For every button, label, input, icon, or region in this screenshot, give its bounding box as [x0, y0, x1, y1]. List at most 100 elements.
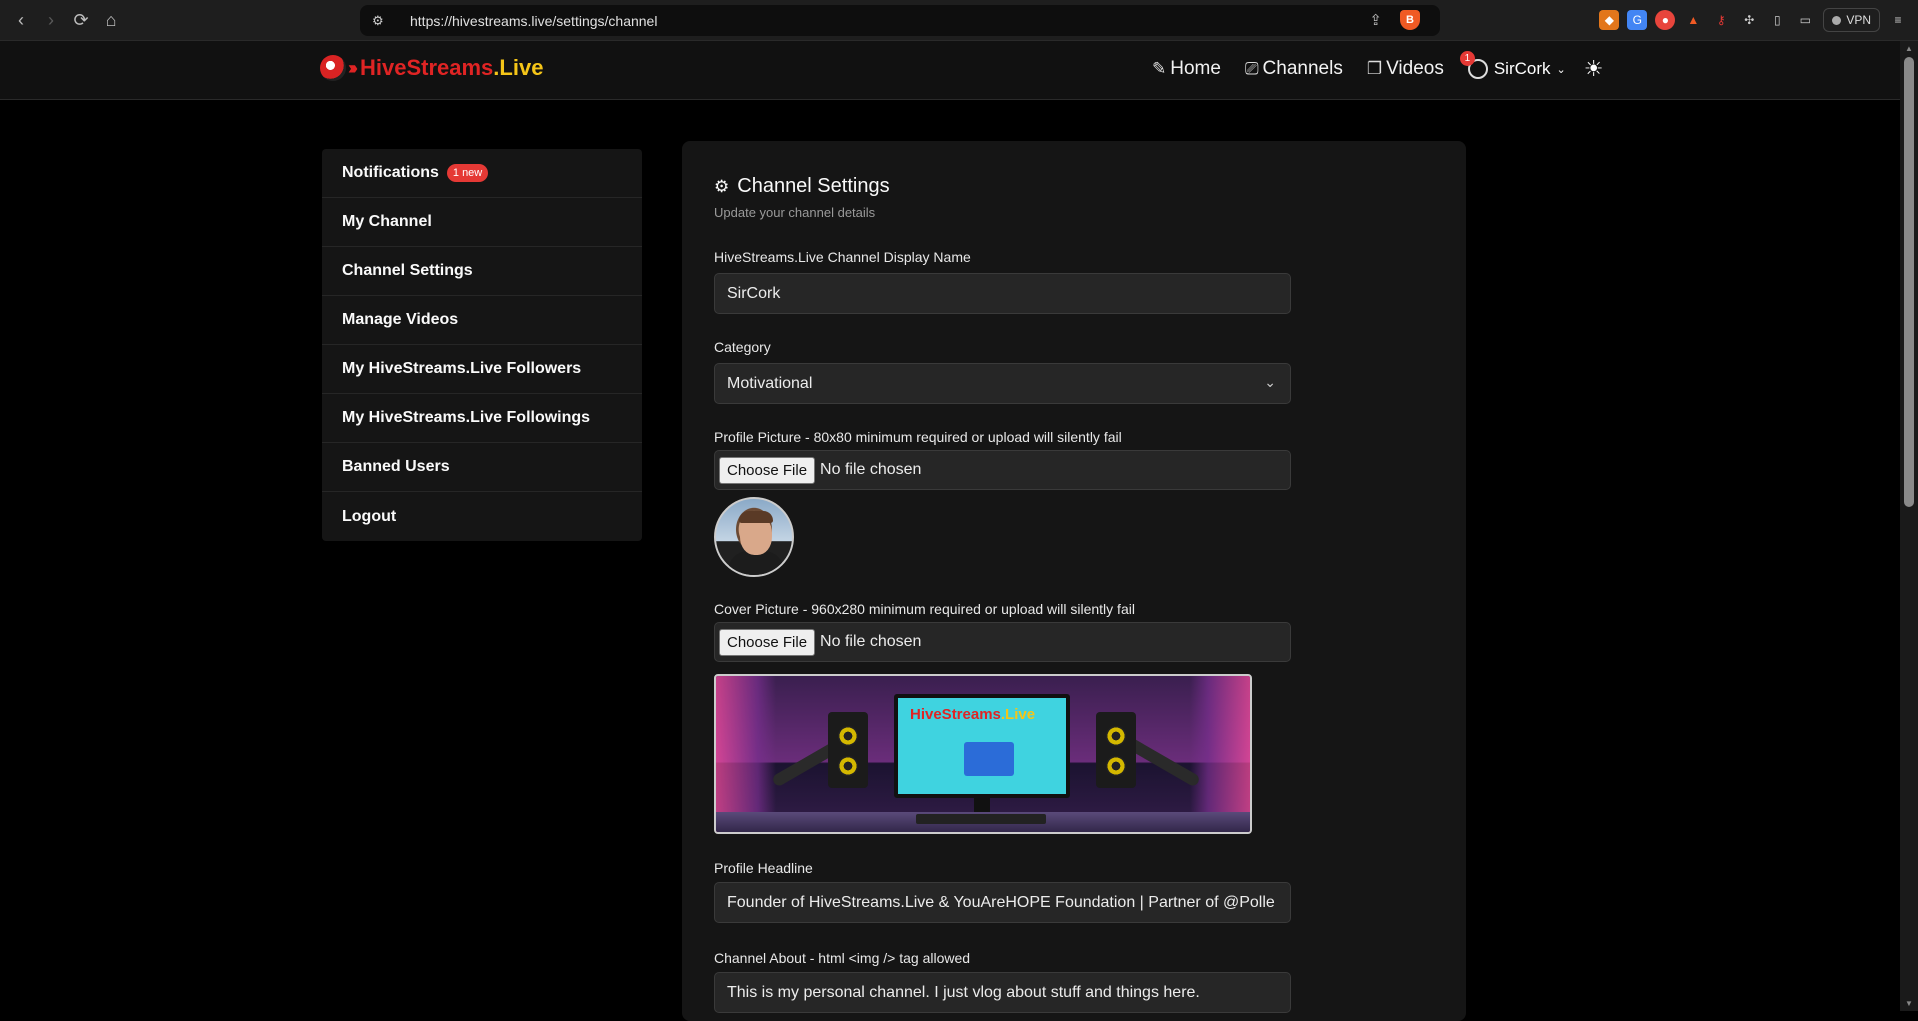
page-title: ⚙ Channel Settings [714, 175, 890, 198]
nav-home-label: Home [1170, 58, 1221, 79]
category-value: Motivational [727, 374, 813, 392]
display-name-input[interactable]: SirCork [714, 273, 1291, 314]
speaker-cone [838, 726, 858, 746]
headline-input[interactable]: Founder of HiveStreams.Live & YouAreHOPE… [714, 882, 1291, 923]
bee-logo-icon [320, 55, 346, 81]
profile-avatar-image [714, 497, 794, 577]
cover-speaker-right [1096, 712, 1136, 788]
cover-monitor: HiveStreams.Live [894, 694, 1070, 798]
profile-picture-label: Profile Picture - 80x80 minimum required… [714, 429, 1122, 445]
scrollbar-thumb[interactable] [1904, 57, 1914, 507]
translate-extension-icon[interactable]: G [1627, 10, 1648, 30]
notification-badge: 1 [1459, 51, 1475, 66]
gear-icon: ⚙ [714, 176, 730, 196]
speaker-cone [838, 756, 858, 776]
sidebar-item-label: My HiveStreams.Live Followers [342, 360, 582, 377]
no-file-text: No file chosen [820, 461, 922, 478]
sidebar-item-manage-videos[interactable]: Manage Videos [322, 296, 642, 345]
choose-file-button[interactable]: Choose File [719, 628, 816, 656]
scroll-up-icon[interactable]: ▲ [1905, 44, 1913, 53]
back-icon[interactable]: ‹ [6, 5, 36, 35]
sidebar-item-my-channel[interactable]: My Channel [322, 198, 642, 247]
chevron-down-icon: ⌄ [1556, 63, 1566, 76]
nav-channels-label: Channels [1262, 58, 1343, 79]
no-file-text: No file chosen [820, 633, 922, 650]
forward-icon[interactable]: › [36, 5, 66, 35]
vpn-button[interactable]: VPN [1823, 8, 1880, 32]
edit-square-icon: ✎ [1152, 59, 1167, 78]
speaker-cone [1106, 756, 1126, 776]
site-header: ››› HiveStreams.Live ✎ Home ⎚ Channels ❐… [0, 41, 1900, 100]
page-subtitle: Update your channel details [714, 205, 876, 220]
scroll-down-icon[interactable]: ▼ [1905, 999, 1913, 1008]
new-notifications-badge: 1 new [446, 164, 489, 182]
settings-sidebar: Notifications 1 new My Channel Channel S… [322, 149, 642, 541]
cover-logo-tld: .Live [1000, 706, 1036, 723]
address-bar[interactable]: ⚙ https://hivestreams.live/settings/chan… [360, 5, 1440, 36]
user-menu[interactable]: 1 SirCork ⌄ [1459, 51, 1566, 79]
sidebar-item-label: Channel Settings [342, 262, 473, 279]
headline-label: Profile Headline [714, 860, 813, 876]
cover-neon-left [716, 676, 776, 832]
channel-settings-card: ⚙ Channel Settings Update your channel d… [682, 141, 1466, 1021]
sidebar-item-label: Banned Users [342, 458, 450, 475]
cover-keyboard [916, 814, 1046, 824]
extensions-bar: ◆ G ● ▲ ⚷ ✣ ▯ ▭ VPN ≡ [1599, 8, 1908, 32]
share-icon[interactable]: ⇪ [1369, 11, 1382, 29]
logo-text: HiveStreams.Live [360, 55, 543, 81]
speaker-cone [1106, 726, 1126, 746]
user-name: SirCork [1493, 59, 1551, 78]
theme-toggle-sun-icon[interactable]: ☀ [1584, 56, 1604, 82]
sidebar-item-label: Logout [342, 507, 397, 525]
cast-icon: ⎚ [1244, 59, 1259, 78]
nav-home[interactable]: ✎ Home [1152, 58, 1221, 80]
sidebar-item-logout[interactable]: Logout [322, 492, 642, 541]
vpn-label: VPN [1846, 13, 1871, 27]
metamask-extension-icon[interactable]: ◆ [1599, 10, 1620, 30]
category-select[interactable]: Motivational ⌄ [714, 363, 1291, 404]
about-textarea[interactable]: This is my personal channel. I just vlog… [714, 972, 1291, 1013]
sidebar-item-followers[interactable]: My HiveStreams.Live Followers [322, 345, 642, 394]
display-name-label: HiveStreams.Live Channel Display Name [714, 249, 971, 265]
profile-picture-file-input[interactable]: Choose File No file chosen [714, 450, 1291, 490]
key-extension-icon[interactable]: ⚷ [1711, 10, 1731, 30]
avatar-hair [739, 511, 773, 523]
sidebar-item-notifications[interactable]: Notifications 1 new [322, 149, 642, 198]
sidebar-item-label: Manage Videos [342, 311, 459, 328]
home-icon[interactable]: ⌂ [96, 5, 126, 35]
cover-monitor-logo: HiveStreams.Live [910, 706, 1035, 723]
browser-toolbar: ‹ › ⟳ ⌂ ⚙ https://hivestreams.live/setti… [0, 0, 1918, 41]
wallet-icon[interactable]: ▭ [1795, 10, 1815, 30]
brave-rewards-icon[interactable]: ▲ [1683, 10, 1703, 30]
cover-logo-main: HiveStreams [910, 706, 1001, 723]
about-label: Channel About - html <img /> tag allowed [714, 950, 971, 966]
nav-channels[interactable]: ⎚ Channels [1245, 58, 1343, 80]
red-extension-icon[interactable]: ● [1655, 10, 1676, 30]
nav-videos-label: Videos [1386, 58, 1444, 79]
sidebar-item-followings[interactable]: My HiveStreams.Live Followings [322, 394, 642, 443]
url-text[interactable]: https://hivestreams.live/settings/channe… [410, 13, 657, 29]
menu-icon[interactable]: ≡ [1888, 10, 1908, 30]
sidebar-item-channel-settings[interactable]: Channel Settings [322, 247, 642, 296]
collection-icon: ❐ [1366, 59, 1383, 78]
sidebar-toggle-icon[interactable]: ▯ [1767, 10, 1787, 30]
cover-image: HiveStreams.Live [714, 674, 1252, 834]
page-title-text: Channel Settings [737, 175, 890, 197]
nav-videos[interactable]: ❐ Videos [1367, 58, 1444, 80]
sidebar-item-banned-users[interactable]: Banned Users [322, 443, 642, 492]
site-settings-icon[interactable]: ⚙ [372, 13, 390, 29]
cover-picture-file-input[interactable]: Choose File No file chosen [714, 622, 1291, 662]
sidebar-item-label: Notifications [342, 164, 439, 181]
chevron-logo-icon: ››› [348, 57, 358, 78]
choose-file-button[interactable]: Choose File [719, 456, 816, 484]
cover-neon-right [1190, 676, 1250, 832]
cover-screen-art [964, 742, 1014, 776]
site-logo[interactable]: ››› HiveStreams.Live [320, 55, 543, 81]
logo-main: HiveStreams [359, 55, 494, 80]
reload-icon[interactable]: ⟳ [66, 5, 96, 35]
page-scrollbar[interactable]: ▲ ▼ [1900, 41, 1918, 1011]
cover-speaker-left [828, 712, 868, 788]
puzzle-icon[interactable]: ✣ [1739, 10, 1759, 30]
cover-picture-label: Cover Picture - 960x280 minimum required… [714, 601, 1135, 617]
brave-shields-icon[interactable]: B [1400, 10, 1420, 30]
